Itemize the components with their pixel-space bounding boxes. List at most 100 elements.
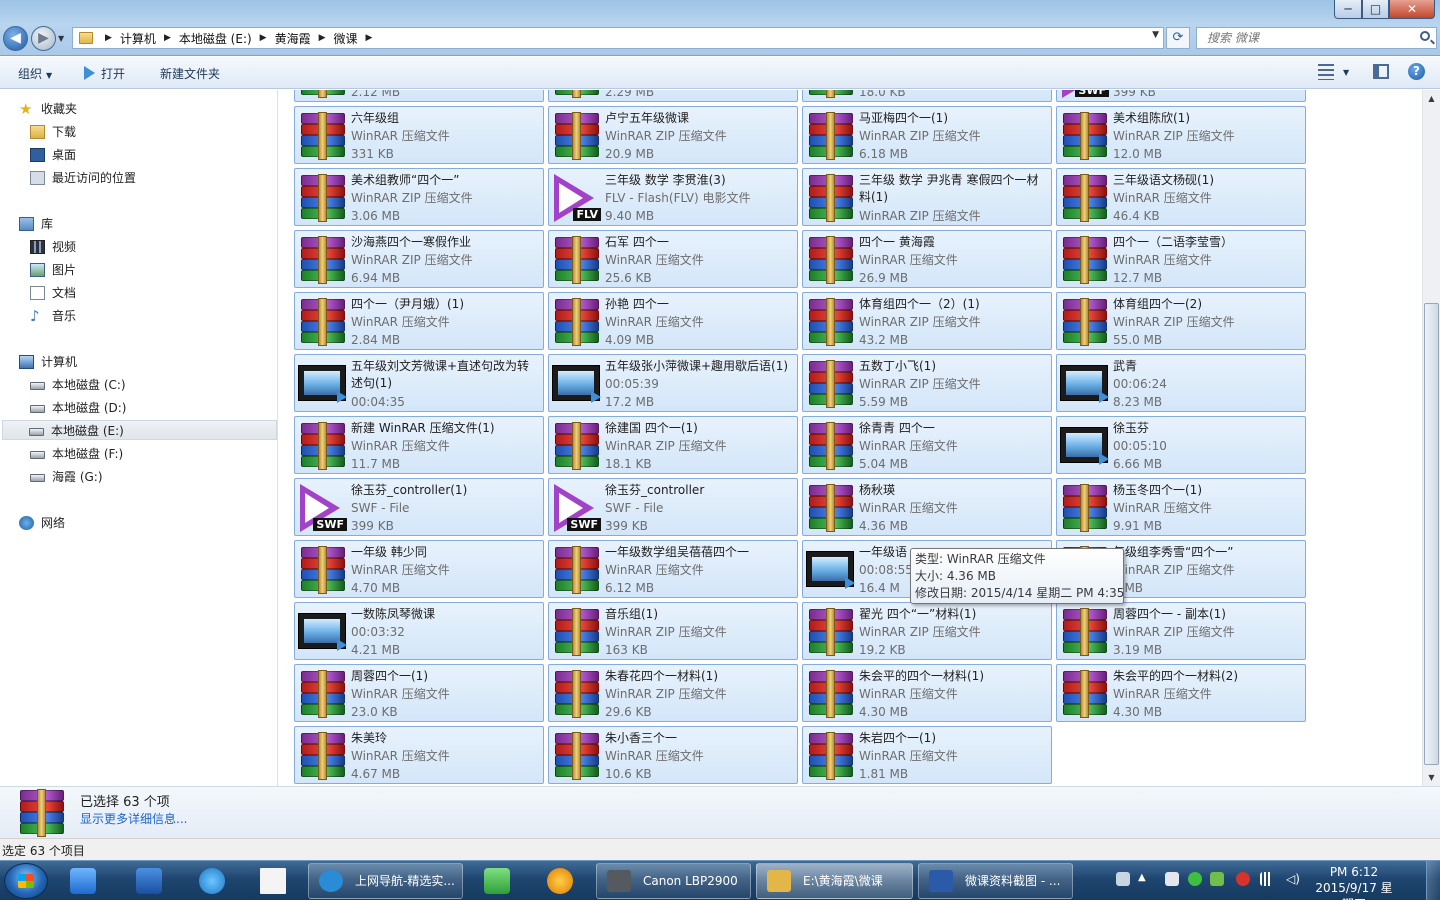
file-tile[interactable]: 朱会平的四个一材料(1) WinRAR 压缩文件 4.30 MB <box>802 664 1052 722</box>
nav-documents[interactable]: 文档 <box>30 283 76 303</box>
forward-button[interactable]: ▶ <box>31 26 56 51</box>
network-status-icon[interactable] <box>1210 872 1224 886</box>
file-tile[interactable]: FLV 三年级 数学 李贯淮(3) FLV - Flash(FLV) 电影文件 9.4… <box>548 168 798 226</box>
nav-drive-e[interactable]: 本地磁盘 (E:) <box>2 420 277 440</box>
refresh-button[interactable]: ⟳ <box>1166 27 1190 49</box>
chevron-right-icon[interactable]: ▶ <box>164 33 171 43</box>
file-tile[interactable]: 一年级数学组吴蓓蓓四个一 WinRAR 压缩文件 6.12 MB <box>548 540 798 598</box>
security-icon[interactable] <box>1188 872 1202 886</box>
file-tile[interactable]: 四个一（二语李莹雪） WinRAR 压缩文件 12.7 MB <box>1056 230 1306 288</box>
file-tile[interactable]: 杨秋瑛 WinRAR 压缩文件 4.36 MB <box>802 478 1052 536</box>
file-tile[interactable]: 2.29 MB <box>548 90 798 102</box>
file-tile[interactable]: 朱岩四个一(1) WinRAR 压缩文件 1.81 MB <box>802 726 1052 784</box>
recent-pages-dropdown[interactable]: ▼ <box>58 34 64 43</box>
file-tile[interactable]: 五年级张小萍微课+趣用歇后语(1) 00:05:39 17.2 MB <box>548 354 798 412</box>
file-tile[interactable]: 新建 WinRAR 压缩文件(1) WinRAR 压缩文件 11.7 MB <box>294 416 544 474</box>
file-tile[interactable]: 18.0 KB <box>802 90 1052 102</box>
nav-favorites[interactable]: ★ 收藏夹 <box>19 99 77 119</box>
input-method-icon[interactable] <box>1165 872 1179 886</box>
file-tile[interactable]: 一数陈凤琴微课 00:03:32 4.21 MB <box>294 602 544 660</box>
scroll-down-icon[interactable]: ▼ <box>1423 769 1440 786</box>
signal-icon[interactable] <box>1260 872 1274 886</box>
nav-videos[interactable]: 视频 <box>30 237 76 257</box>
open-button[interactable]: 打开 <box>84 65 125 82</box>
clock[interactable]: PM 6:12 2015/9/17 星期四 <box>1312 864 1396 900</box>
file-tile[interactable]: 周蓉四个一 - 副本(1) WinRAR ZIP 压缩文件 3.19 MB <box>1056 602 1306 660</box>
breadcrumb-folder[interactable]: 黄海霞 <box>275 30 311 47</box>
file-tile[interactable]: 一年级 韩少同 WinRAR 压缩文件 4.70 MB <box>294 540 544 598</box>
file-tile[interactable]: 石军 四个一 WinRAR 压缩文件 25.6 KB <box>548 230 798 288</box>
taskbar-button-printer[interactable]: Canon LBP2900 <box>596 863 751 899</box>
sogou-pin[interactable] <box>535 865 585 899</box>
chevron-right-icon[interactable]: ▶ <box>366 33 373 43</box>
file-tile[interactable]: 徐青青 四个一 WinRAR 压缩文件 5.04 MB <box>802 416 1052 474</box>
file-tile[interactable]: 孙艳 四个一 WinRAR 压缩文件 4.09 MB <box>548 292 798 350</box>
nav-libraries[interactable]: 库 <box>19 214 53 234</box>
taskbar-button-word[interactable]: 微课资料截图 - ... <box>918 863 1073 899</box>
vertical-scrollbar[interactable]: ▲ ▼ <box>1422 90 1440 786</box>
file-tile[interactable]: 三年级 数学 尹兆青 寒假四个一材料(1) WinRAR ZIP 压缩文件 <box>802 168 1052 226</box>
organize-button[interactable]: 组织 ▼ <box>18 65 52 82</box>
file-tile[interactable]: 朱美玲 WinRAR 压缩文件 4.67 MB <box>294 726 544 784</box>
file-tile[interactable]: 朱会平的四个一材料(2) WinRAR 压缩文件 4.30 MB <box>1056 664 1306 722</box>
address-dropdown-icon[interactable]: ▼ <box>1152 30 1159 40</box>
file-tile[interactable]: SWF 399 KB <box>1056 90 1306 102</box>
nav-computer[interactable]: 计算机 <box>19 352 77 372</box>
nav-drive-f[interactable]: 本地磁盘 (F:) <box>30 444 123 464</box>
nav-drive-c[interactable]: 本地磁盘 (C:) <box>30 375 126 395</box>
taskbar-button-explorer[interactable]: E:\黄海霞\微课 <box>756 863 913 899</box>
file-tile[interactable]: 三年级语文杨砚(1) WinRAR 压缩文件 46.4 KB <box>1056 168 1306 226</box>
file-tile[interactable]: 音乐组(1) WinRAR ZIP 压缩文件 163 KB <box>548 602 798 660</box>
file-tile[interactable]: 朱春花四个一材料(1) WinRAR ZIP 压缩文件 29.6 KB <box>548 664 798 722</box>
file-tile[interactable]: 沙海燕四个一寒假作业 WinRAR ZIP 压缩文件 6.94 MB <box>294 230 544 288</box>
file-tile[interactable]: 朱小香三个一 WinRAR 压缩文件 10.6 KB <box>548 726 798 784</box>
taskbar-button-browser[interactable]: 上网导航-精选实... <box>308 863 463 899</box>
breadcrumb-drive-e[interactable]: 本地磁盘 (E:) <box>179 30 252 47</box>
preview-pane-icon[interactable] <box>1373 64 1389 79</box>
file-tile[interactable]: 五年级刘文芳微课+直述句改为转述句(1) 00:04:35 <box>294 354 544 412</box>
file-tile[interactable]: 体育组四个一（2）(1) WinRAR ZIP 压缩文件 43.2 MB <box>802 292 1052 350</box>
minimize-button[interactable]: ─ <box>1334 0 1362 19</box>
back-button[interactable]: ◀ <box>3 26 28 51</box>
file-tile[interactable]: 四个一（尹月娥）(1) WinRAR 压缩文件 2.84 MB <box>294 292 544 350</box>
chevron-down-icon[interactable]: ▼ <box>1343 68 1349 77</box>
show-desktop-button[interactable] <box>1426 861 1440 900</box>
file-tile[interactable]: SWF 徐玉芬_controller(1) SWF - File 399 KB <box>294 478 544 536</box>
file-tile[interactable]: 六年级组 WinRAR 压缩文件 331 KB <box>294 106 544 164</box>
file-tile[interactable]: 体育组四个一(2) WinRAR ZIP 压缩文件 55.0 MB <box>1056 292 1306 350</box>
nav-downloads[interactable]: 下载 <box>30 122 76 142</box>
nav-pictures[interactable]: 图片 <box>30 260 76 280</box>
skype-pin[interactable] <box>187 865 237 899</box>
file-tile[interactable]: 卢宁五年级微课 WinRAR ZIP 压缩文件 20.9 MB <box>548 106 798 164</box>
close-button[interactable]: ✕ <box>1389 0 1435 19</box>
breadcrumb-current[interactable]: 微课 <box>334 30 358 47</box>
player-pin[interactable] <box>472 865 522 899</box>
show-more-details-link[interactable]: 显示更多详细信息... <box>80 810 187 827</box>
nav-desktop[interactable]: 桌面 <box>30 145 76 165</box>
address-bar[interactable]: ▶ 计算机 ▶ 本地磁盘 (E:) ▶ 黄海霞 ▶ 微课 ▶ ▼ <box>72 27 1164 49</box>
nav-network[interactable]: 网络 <box>19 513 65 533</box>
nav-drive-g[interactable]: 海霞 (G:) <box>30 467 103 487</box>
file-tile[interactable]: 2.12 MB <box>294 90 544 102</box>
search-icon[interactable] <box>1420 31 1430 41</box>
breadcrumb-computer[interactable]: 计算机 <box>120 30 156 47</box>
nav-recent[interactable]: 最近访问的位置 <box>30 168 136 188</box>
new-folder-button[interactable]: 新建文件夹 <box>160 65 220 82</box>
maximize-button[interactable]: □ <box>1362 0 1389 19</box>
file-tile[interactable]: 美术组陈欣(1) WinRAR ZIP 压缩文件 12.0 MB <box>1056 106 1306 164</box>
show-hidden-icons[interactable]: ▲ <box>1138 872 1152 886</box>
file-tile[interactable]: 马亚梅四个一(1) WinRAR ZIP 压缩文件 6.18 MB <box>802 106 1052 164</box>
chevron-right-icon[interactable]: ▶ <box>319 33 326 43</box>
change-view-icon[interactable] <box>1318 64 1334 80</box>
media-player-pin[interactable] <box>58 865 108 899</box>
volume-icon[interactable]: ◁) <box>1286 872 1300 886</box>
file-tile[interactable]: 四个一 黄海霞 WinRAR 压缩文件 26.9 MB <box>802 230 1052 288</box>
file-tile[interactable]: 五数丁小飞(1) WinRAR ZIP 压缩文件 5.59 MB <box>802 354 1052 412</box>
scroll-up-icon[interactable]: ▲ <box>1423 90 1440 107</box>
maxthon-pin[interactable] <box>124 865 174 899</box>
nav-drive-d[interactable]: 本地磁盘 (D:) <box>30 398 126 418</box>
file-tile[interactable]: 翟光 四个“一”材料(1) WinRAR ZIP 压缩文件 19.2 KB <box>802 602 1052 660</box>
nav-music[interactable]: ♪ 音乐 <box>30 306 76 326</box>
antivirus-icon[interactable] <box>1236 872 1250 886</box>
notepad-pin[interactable] <box>248 865 298 899</box>
